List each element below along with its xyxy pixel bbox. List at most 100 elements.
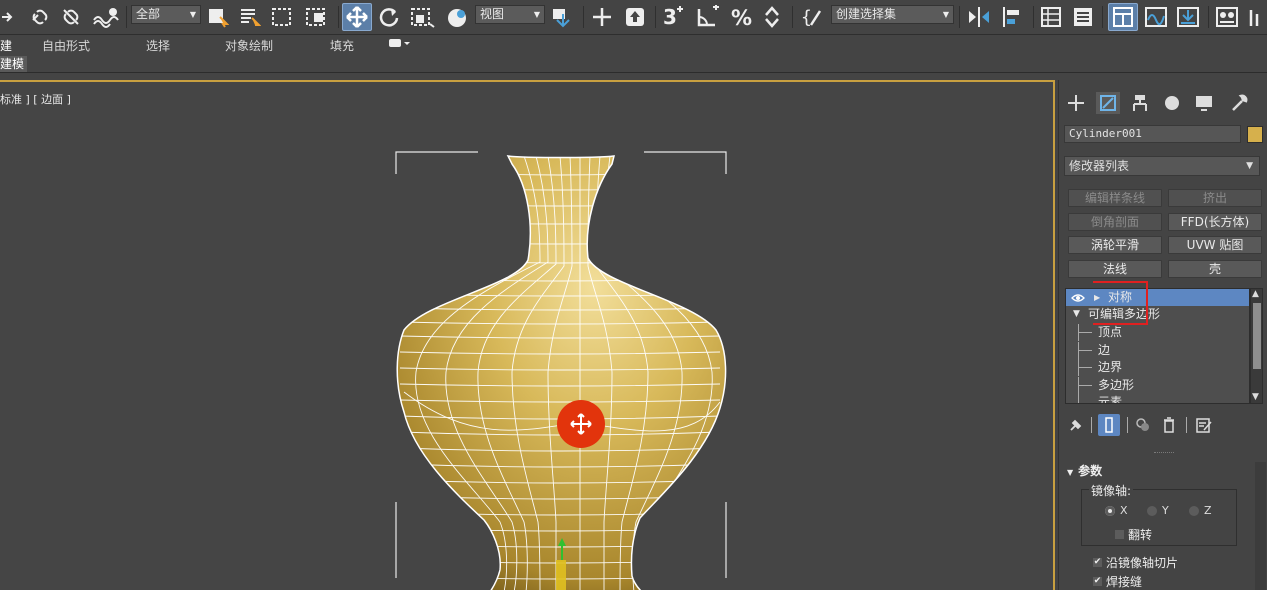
flip-checkbox[interactable]: 翻转 [1115, 526, 1152, 543]
sub-object-vertex[interactable]: 顶点 [1066, 324, 1249, 341]
tab-object-paint[interactable]: 对象绘制 [225, 37, 273, 54]
bind-space-warp-icon[interactable] [90, 3, 120, 31]
select-and-rotate-icon[interactable] [376, 3, 402, 31]
object-name-field[interactable]: Cylinder001 [1064, 125, 1241, 143]
axis-y-radio[interactable]: Y [1147, 504, 1169, 517]
modify-tab-icon[interactable] [1096, 92, 1120, 114]
perspective-viewport[interactable]: 标准 ] [ 边面 ] [0, 80, 1055, 590]
reference-coordinate-dropdown[interactable]: 视图 ▼ [475, 5, 545, 24]
axis-label: X [1120, 504, 1128, 517]
highlight-annotation-box [1093, 281, 1148, 325]
curve-editor-icon[interactable] [1142, 3, 1170, 31]
sub-object-label: 边 [1098, 343, 1111, 357]
checkmark-icon: ✔ [1093, 576, 1102, 586]
edit-spline-button[interactable]: 编辑样条线 [1068, 189, 1162, 207]
align-icon[interactable] [998, 3, 1028, 31]
shell-button[interactable]: 壳 [1168, 260, 1262, 278]
mirror-axis-label: 镜像轴: [1089, 482, 1134, 499]
selection-filter-dropdown[interactable]: 全部 ▼ [131, 5, 201, 24]
modifier-list-dropdown[interactable]: 修改器列表 ▼ [1064, 156, 1260, 176]
chevron-down-icon[interactable]: ▼ [1252, 392, 1259, 402]
create-tab-icon[interactable] [1064, 92, 1088, 114]
chevron-down-icon: ▼ [189, 10, 196, 19]
make-unique-icon[interactable] [1132, 414, 1154, 436]
tab-populate[interactable]: 填充 [330, 37, 354, 54]
motion-tab-icon[interactable] [1160, 92, 1184, 114]
pin-stack-icon[interactable] [1065, 414, 1087, 436]
hierarchy-tab-icon[interactable] [1128, 92, 1152, 114]
pivot-center-icon[interactable] [548, 3, 578, 31]
select-object-icon[interactable] [205, 3, 231, 31]
ribbon-subtab-bar: 建模 [0, 56, 1267, 73]
weld-seam-checkbox[interactable]: ✔ 焊接缝 [1093, 573, 1142, 590]
subtab-modeling[interactable]: 建模 [0, 56, 28, 72]
show-end-result-icon[interactable] [1098, 414, 1120, 436]
keyboard-shortcut-icon[interactable] [621, 3, 649, 31]
angle-snap-icon[interactable] [694, 3, 722, 31]
layer-explorer-icon[interactable] [1070, 3, 1096, 31]
spinner-snap-icon[interactable] [760, 3, 786, 31]
ribbon-options-icon[interactable] [388, 35, 412, 54]
stack-scrollbar[interactable]: ▲ ▼ [1250, 288, 1263, 404]
material-editor-icon[interactable] [1213, 3, 1243, 31]
select-by-name-icon[interactable] [237, 3, 263, 31]
ribbon-toggle-icon[interactable] [1108, 3, 1138, 31]
select-and-manipulate-icon[interactable] [588, 3, 616, 31]
axis-z-radio[interactable]: Z [1189, 504, 1212, 517]
ribbon-tabs: 建 自由形式 选择 对象绘制 填充 [0, 35, 1267, 56]
unlink-icon[interactable] [58, 3, 84, 31]
normal-button[interactable]: 法线 [1068, 260, 1162, 278]
svg-text:%: % [731, 6, 752, 29]
sub-object-border[interactable]: 边界 [1066, 359, 1249, 376]
scrollbar-thumb[interactable] [1253, 303, 1261, 369]
main-toolbar: 全部 ▼ 视图 ▼ 3 % {创建选择集 ▼ [0, 0, 1267, 35]
utilities-tab-icon[interactable] [1227, 92, 1251, 114]
configure-modifier-sets-icon[interactable] [1193, 414, 1215, 436]
chevron-down-icon: ▼ [533, 10, 540, 19]
percent-snap-icon[interactable]: % [728, 3, 756, 31]
sub-object-edge[interactable]: 边 [1066, 342, 1249, 359]
chevron-up-icon[interactable]: ▲ [1252, 289, 1259, 299]
rectangular-selection-icon[interactable] [269, 3, 295, 31]
display-tab-icon[interactable] [1192, 92, 1216, 114]
mirror-icon[interactable] [964, 3, 994, 31]
tab-freeform[interactable]: 自由形式 [42, 37, 90, 54]
bevel-profile-button[interactable]: 倒角剖面 [1068, 213, 1162, 231]
window-crossing-icon[interactable] [303, 3, 333, 31]
collapse-arrow-icon[interactable]: ▼ [1067, 468, 1073, 477]
snap-3d-icon[interactable]: 3 [660, 3, 688, 31]
placement-icon[interactable] [443, 3, 471, 31]
remove-modifier-icon[interactable] [1158, 414, 1180, 436]
checkbox-label: 焊接缝 [1106, 575, 1143, 589]
render-setup-icon[interactable] [1248, 3, 1267, 31]
schematic-view-icon[interactable] [1174, 3, 1202, 31]
extrude-button[interactable]: 挤出 [1168, 189, 1262, 207]
stack-toolbar [1065, 414, 1260, 438]
panel-divider[interactable] [1154, 452, 1174, 454]
parameters-rollout-header[interactable]: ▼ 参数 [1067, 462, 1102, 479]
selection-filter-value: 全部 [136, 7, 161, 21]
panel-scrollbar[interactable] [1255, 462, 1266, 590]
named-selection-dropdown[interactable]: 创建选择集 ▼ [831, 5, 954, 24]
link-icon[interactable] [27, 3, 53, 31]
sub-object-label: 边界 [1098, 360, 1123, 374]
slice-along-mirror-checkbox[interactable]: ✔ 沿镜像轴切片 [1093, 554, 1178, 571]
select-and-scale-icon[interactable] [408, 3, 438, 31]
axis-x-radio[interactable]: X [1105, 504, 1128, 517]
tab-modeling[interactable]: 建 [0, 37, 12, 54]
edit-named-selection-icon[interactable]: { [798, 3, 828, 31]
svg-text:{: { [801, 7, 812, 28]
axis-label: Y [1162, 504, 1169, 517]
select-and-move-icon[interactable] [342, 3, 372, 31]
ffd-box-button[interactable]: FFD(长方体) [1168, 213, 1262, 231]
sub-object-polygon[interactable]: 多边形 [1066, 377, 1249, 394]
tab-selection[interactable]: 选择 [146, 37, 170, 54]
scene-explorer-icon[interactable] [1038, 3, 1064, 31]
sub-object-element[interactable]: 元素 [1066, 394, 1249, 403]
collapse-arrow-icon[interactable]: ▼ [1073, 306, 1080, 323]
turbosmooth-button[interactable]: 涡轮平滑 [1068, 236, 1162, 254]
rollout-title: 参数 [1078, 464, 1103, 478]
uvw-map-button[interactable]: UVW 贴图 [1168, 236, 1262, 254]
object-color-swatch[interactable] [1247, 126, 1263, 143]
undo-arrow-icon[interactable] [0, 3, 14, 31]
